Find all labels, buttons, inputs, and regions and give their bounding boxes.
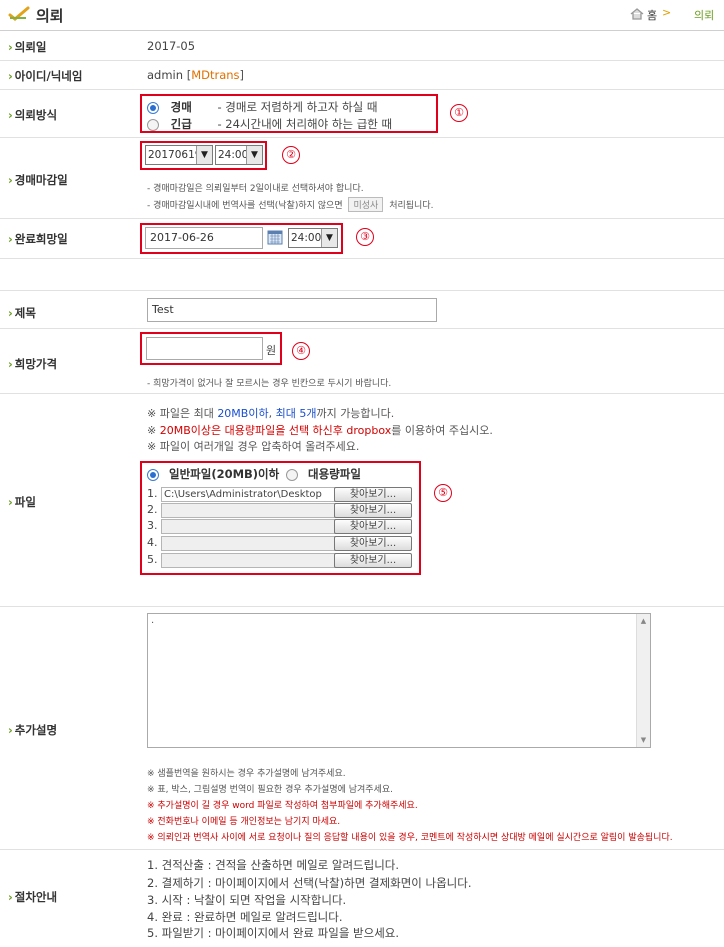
file-type-normal[interactable]: 일반파일(20MB)이하 bbox=[147, 466, 279, 482]
browse-button[interactable]: 찾아보기... bbox=[334, 503, 412, 518]
unsuccessful-badge: 미성사 bbox=[348, 197, 384, 212]
user-nickname[interactable]: MDtrans bbox=[191, 68, 239, 82]
home-link[interactable]: 홈 bbox=[647, 7, 657, 23]
breadcrumb-current[interactable]: 의뢰 bbox=[694, 7, 714, 23]
extra-note-5: ※ 의뢰인과 번역사 사이에 서로 요청이나 질의 응답할 내용이 있을 경우,… bbox=[147, 833, 673, 843]
scroll-down-icon[interactable]: ▼ bbox=[637, 733, 650, 747]
file-label: › 파일 bbox=[8, 495, 36, 509]
radio-large-file[interactable] bbox=[286, 468, 298, 481]
price-note: - 희망가격이 없거나 잘 모르시는 경우 빈칸으로 두시기 바랍니다. bbox=[147, 379, 392, 389]
scroll-up-icon[interactable]: ▲ bbox=[637, 614, 650, 628]
procedure-label: › 절차안내 bbox=[8, 890, 58, 904]
procedure-step-5: 5. 파일받기 : 마이페이지에서 완료 파일을 받으세요. bbox=[147, 926, 400, 940]
request-date-label: › 의뢰일 bbox=[8, 40, 47, 54]
marker-5: ⑤ bbox=[434, 484, 452, 502]
extra-note-2: ※ 표, 박스, 그림설명 번역이 필요한 경우 추가설명에 남겨주세요. bbox=[147, 785, 394, 795]
file-path-input[interactable] bbox=[161, 553, 336, 568]
procedure-step-3: 3. 시작 : 낙찰이 되면 작업을 시작합니다. bbox=[147, 893, 347, 907]
browse-button[interactable]: 찾아보기... bbox=[334, 519, 412, 534]
completion-date-input[interactable]: 2017-06-26 bbox=[145, 227, 263, 249]
marker-3: ③ bbox=[356, 228, 374, 246]
extra-textarea[interactable]: . ▲ ▼ bbox=[147, 613, 651, 748]
extra-note-1: ※ 샘플번역을 원하시는 경우 추가설명에 남겨주세요. bbox=[147, 769, 346, 779]
extra-label: › 추가설명 bbox=[8, 723, 58, 737]
chevron-down-icon: ▼ bbox=[321, 229, 337, 247]
file-info-2: ※ 20MB이상은 대용량파일을 선택 하신후 dropbox를 이용하여 주십… bbox=[147, 424, 493, 437]
page-header: 의뢰 홈 > 의뢰 bbox=[0, 0, 724, 30]
completion-time-select[interactable]: 24:00 ▼ bbox=[288, 228, 338, 248]
subject-label: › 제목 bbox=[8, 306, 36, 320]
radio-auction[interactable] bbox=[147, 101, 159, 114]
chevron-down-icon: ▼ bbox=[246, 146, 262, 164]
file-path-input[interactable] bbox=[161, 503, 336, 518]
calendar-icon[interactable] bbox=[267, 229, 283, 248]
browse-button[interactable]: 찾아보기... bbox=[334, 487, 412, 502]
radio-normal-file[interactable] bbox=[147, 468, 159, 481]
request-date-value: 2017-05 bbox=[147, 39, 196, 53]
price-unit: 원 bbox=[266, 344, 277, 357]
file-info-1: ※ 파일은 최대 20MB이하, 최대 5개까지 가능합니다. bbox=[147, 407, 395, 420]
subject-input[interactable]: Test bbox=[147, 298, 437, 322]
browse-button[interactable]: 찾아보기... bbox=[334, 553, 412, 568]
user-label: › 아이디/닉네임 bbox=[8, 69, 83, 83]
extra-note-4: ※ 전화번호나 이메일 등 개인정보는 남기지 마세요. bbox=[147, 817, 341, 827]
home-icon[interactable] bbox=[630, 8, 644, 23]
method-label: › 의뢰방식 bbox=[8, 108, 58, 122]
procedure-step-2: 2. 결제하기 : 마이페이지에서 선택(낙찰)하면 결제화면이 나옵니다. bbox=[147, 876, 472, 890]
file-path-input[interactable]: C:\Users\Administrator\Desktop bbox=[161, 487, 336, 502]
marker-1: ① bbox=[450, 104, 468, 122]
marker-2: ② bbox=[282, 146, 300, 164]
procedure-step-4: 4. 완료 : 완료하면 메일로 알려드립니다. bbox=[147, 910, 343, 924]
price-input[interactable] bbox=[146, 337, 263, 360]
deadline-date-select[interactable]: 20170619 ▼ bbox=[145, 145, 213, 165]
chevron-down-icon: ▼ bbox=[196, 146, 212, 164]
marker-4: ④ bbox=[292, 342, 310, 360]
user-id: admin bbox=[147, 68, 184, 82]
radio-urgent[interactable] bbox=[147, 118, 159, 131]
file-path-input[interactable] bbox=[161, 519, 336, 534]
price-label: › 희망가격 bbox=[8, 357, 58, 371]
file-type-large[interactable]: 대용량파일 bbox=[286, 466, 361, 482]
file-info-3: ※ 파일이 여러개일 경우 압축하여 올려주세요. bbox=[147, 440, 360, 453]
check-logo-icon bbox=[8, 6, 30, 25]
completion-date-label: › 완료희망일 bbox=[8, 232, 68, 246]
auction-deadline-label: › 경매마감일 bbox=[8, 173, 68, 187]
file-path-input[interactable] bbox=[161, 536, 336, 551]
deadline-note-1: - 경매마감일은 의뢰일부터 2일이내로 선택하셔야 합니다. bbox=[147, 184, 364, 194]
deadline-time-select[interactable]: 24:00 ▼ bbox=[215, 145, 263, 165]
deadline-note-2: - 경매마감일시내에 번역사를 선택(낙찰)하지 않으면 미성사 처리됩니다. bbox=[147, 197, 433, 212]
breadcrumb-separator-icon: > bbox=[662, 6, 672, 19]
page-title: 의뢰 bbox=[36, 7, 64, 25]
extra-note-3: ※ 추가설명이 길 경우 word 파일로 작성하여 첨부파일에 추가해주세요. bbox=[147, 801, 418, 811]
method-option-auction[interactable]: 경매 - 경매로 저렴하게 하고자 하실 때 bbox=[147, 99, 377, 115]
textarea-scrollbar[interactable]: ▲ ▼ bbox=[636, 614, 650, 747]
procedure-step-1: 1. 견적산출 : 견적을 산출하면 메일로 알려드립니다. bbox=[147, 858, 400, 872]
user-value: admin [MDtrans] bbox=[147, 68, 245, 82]
browse-button[interactable]: 찾아보기... bbox=[334, 536, 412, 551]
method-option-urgent[interactable]: 긴급 - 24시간내에 처리해야 하는 급한 때 bbox=[147, 116, 392, 132]
